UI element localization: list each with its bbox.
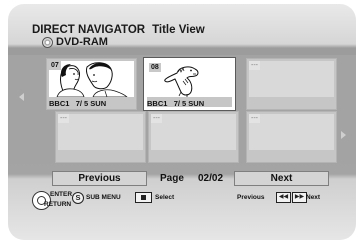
empty-title-slot[interactable]: ---: [148, 111, 239, 163]
title-number: ---: [249, 61, 260, 70]
direct-navigator-screen: DIRECT NAVIGATOR Title View DVD-RAM 07 B…: [8, 4, 356, 240]
next-page-button[interactable]: Next: [234, 171, 329, 186]
view-name: Title View: [152, 24, 205, 36]
title-channel: BBC1: [147, 99, 168, 108]
title-number: ---: [58, 114, 69, 123]
media-indicator: DVD-RAM: [42, 36, 108, 48]
pager: Previous Page 02/02 Next: [52, 171, 329, 186]
thumbnail-image: [49, 61, 134, 97]
title-thumbnail-07[interactable]: 07 BBC1 7/ 5 SUN: [46, 58, 137, 110]
previous-page-button[interactable]: Previous: [52, 171, 147, 186]
next-legend-label: Next: [306, 194, 321, 201]
empty-title-slot[interactable]: ---: [55, 111, 146, 163]
scroll-left-icon[interactable]: [19, 93, 24, 101]
thumbnail-image: [58, 114, 143, 150]
previous-legend-label: Previous: [237, 194, 265, 201]
thumbnail-image: [151, 114, 236, 150]
select-button-icon: [135, 192, 152, 203]
couple-image: [56, 62, 128, 97]
title-number: 08: [149, 63, 161, 72]
title-date: 7/ 5 SUN: [75, 99, 107, 108]
sub-menu-icon: S: [72, 192, 84, 204]
title-date: 7/ 5 SUN: [173, 99, 205, 108]
skip-icons: ◀◀ ▶▶: [276, 192, 308, 203]
disc-icon: [42, 36, 53, 48]
title-thumbnail-08[interactable]: 08 BBC1 7/ 5 SUN: [144, 58, 235, 110]
sub-menu-label: SUB MENU: [86, 194, 121, 201]
title-number: ---: [249, 114, 260, 123]
return-label: RETURN: [44, 201, 72, 208]
thumbnail-image: [249, 114, 334, 150]
title-number: 07: [49, 61, 61, 70]
enter-label: ENTER: [50, 191, 73, 198]
title-text: DIRECT NAVIGATOR: [32, 24, 146, 36]
thumbnail-image: [249, 61, 334, 97]
media-label: DVD-RAM: [56, 36, 108, 48]
skip-forward-icon: ▶▶: [292, 192, 307, 203]
skip-back-icon: ◀◀: [276, 192, 291, 203]
header: DIRECT NAVIGATOR Title View DVD-RAM: [32, 24, 205, 48]
page-title: DIRECT NAVIGATOR Title View: [32, 24, 205, 36]
title-number: ---: [151, 114, 162, 123]
scroll-right-icon[interactable]: [341, 131, 346, 139]
title-channel: BBC1: [49, 99, 70, 108]
title-caption: BBC1 7/ 5 SUN: [49, 99, 106, 108]
empty-title-slot[interactable]: ---: [246, 111, 337, 163]
page-label: Page: [160, 173, 184, 184]
button-legend: ENTER RETURN S SUB MENU Select Previous …: [8, 188, 356, 240]
title-grid: 07 BBC1 7/ 5 SUN 08 BBC1 7/ 5 SUN --- --…: [8, 55, 356, 164]
select-label: Select: [155, 194, 175, 201]
page-number: 02/02: [198, 173, 224, 184]
title-caption: BBC1 7/ 5 SUN: [147, 99, 204, 108]
empty-title-slot[interactable]: ---: [246, 58, 337, 110]
